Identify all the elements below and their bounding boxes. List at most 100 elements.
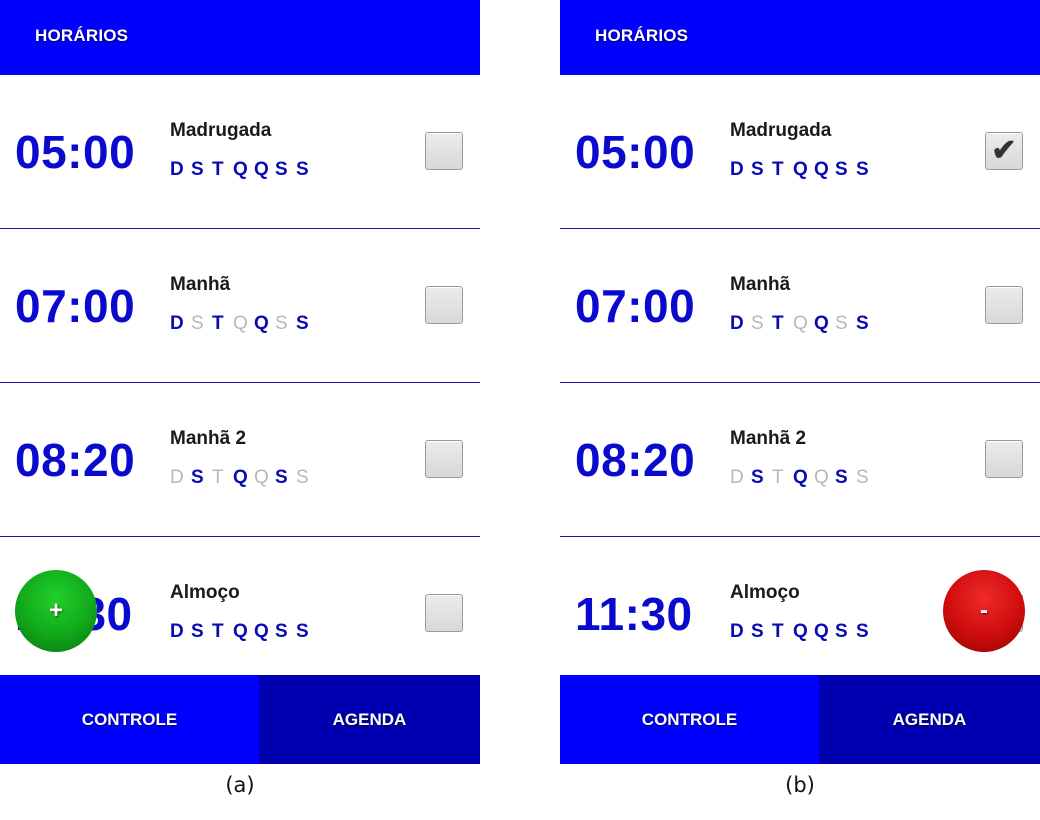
weekday: Q — [233, 313, 248, 334]
schedule-checkbox[interactable] — [985, 286, 1023, 324]
schedule-label: Manhã — [170, 274, 231, 295]
schedule-time: 08:20 — [575, 434, 696, 486]
schedule-checkbox[interactable] — [425, 440, 463, 478]
schedule-label: Manhã 2 — [730, 428, 807, 449]
schedule-time: 07:00 — [575, 280, 696, 332]
weekday: D — [730, 621, 744, 642]
schedule-checkbox[interactable] — [425, 594, 463, 632]
weekday: S — [296, 467, 309, 488]
weekday: S — [296, 313, 309, 334]
schedule-row[interactable]: 08:20 Manhã 2 D S T Q Q S S — [0, 383, 480, 537]
tab-label: AGENDA — [892, 709, 967, 729]
weekday: Q — [254, 467, 269, 488]
weekday: T — [772, 159, 784, 180]
weekday: D — [730, 313, 744, 334]
app-header: HORÁRIOS — [560, 0, 1040, 75]
schedule-label: Manhã — [730, 274, 791, 295]
schedule-checkbox[interactable]: ✔ — [985, 132, 1023, 170]
schedule-label: Manhã 2 — [170, 428, 247, 449]
weekday: D — [170, 621, 184, 642]
weekdays: D S T Q Q S S — [730, 467, 877, 489]
app-header: HORÁRIOS — [0, 0, 480, 75]
tab-agenda[interactable]: AGENDA — [259, 675, 480, 764]
weekday: S — [835, 159, 848, 180]
schedule-time: 07:00 — [15, 280, 136, 332]
screen-a: HORÁRIOS 05:00 Madrugada D S T Q Q S S 0… — [0, 0, 480, 764]
weekday: S — [856, 159, 869, 180]
weekday: Q — [233, 159, 248, 180]
weekday: D — [170, 313, 184, 334]
weekday: S — [275, 621, 288, 642]
weekday: Q — [793, 313, 808, 334]
schedule-row[interactable]: 05:00 Madrugada D S T Q Q S S — [0, 75, 480, 229]
weekday: S — [835, 621, 848, 642]
tab-label: CONTROLE — [641, 709, 738, 729]
weekday: S — [856, 313, 869, 334]
header-title: HORÁRIOS — [35, 26, 129, 45]
schedule-label: Almoço — [170, 582, 240, 603]
weekday: Q — [793, 621, 808, 642]
weekday: D — [730, 159, 744, 180]
schedule-time: 08:20 — [15, 434, 136, 486]
weekday: S — [751, 467, 764, 488]
weekday: S — [835, 313, 848, 334]
weekday: S — [856, 467, 869, 488]
weekdays: D S T Q Q S S — [730, 159, 877, 181]
schedule-row[interactable]: 07:00 Manhã D S T Q Q S S — [560, 229, 1040, 383]
weekday: S — [856, 621, 869, 642]
weekday: T — [772, 467, 784, 488]
weekday: S — [275, 159, 288, 180]
weekday: Q — [814, 313, 829, 334]
schedule-label: Almoço — [730, 582, 800, 603]
tab-agenda[interactable]: AGENDA — [819, 675, 1040, 764]
weekday: S — [191, 313, 204, 334]
weekday: Q — [814, 621, 829, 642]
schedule-time: 11:30 — [575, 588, 693, 640]
header-title: HORÁRIOS — [595, 26, 689, 45]
add-button[interactable]: + — [15, 570, 97, 652]
weekday: Q — [254, 159, 269, 180]
weekday: S — [275, 467, 288, 488]
weekday: S — [296, 159, 309, 180]
schedule-time: 05:00 — [575, 126, 696, 178]
weekday: D — [170, 159, 184, 180]
weekday: Q — [814, 467, 829, 488]
tab-label: CONTROLE — [81, 709, 178, 729]
schedule-row[interactable]: 05:00 Madrugada D S T Q Q S S ✔ — [560, 75, 1040, 229]
weekdays: D S T Q Q S S — [730, 621, 877, 643]
bottom-nav: CONTROLE AGENDA — [0, 675, 480, 764]
figure-caption-b: (b) — [785, 773, 815, 797]
schedule-checkbox[interactable] — [425, 286, 463, 324]
weekday: Q — [254, 621, 269, 642]
tab-label: AGENDA — [332, 709, 407, 729]
tab-controle[interactable]: CONTROLE — [0, 675, 259, 764]
weekday: T — [212, 467, 224, 488]
weekday: Q — [814, 159, 829, 180]
weekday: Q — [793, 467, 808, 488]
remove-button[interactable]: - — [943, 570, 1025, 652]
figure-caption-a: (a) — [225, 773, 255, 797]
weekday: S — [275, 313, 288, 334]
weekday: S — [191, 467, 204, 488]
weekday: S — [751, 159, 764, 180]
weekday: T — [212, 159, 224, 180]
weekday: D — [170, 467, 184, 488]
weekday: S — [751, 621, 764, 642]
schedule-time: 05:00 — [15, 126, 136, 178]
schedule-label: Madrugada — [170, 120, 272, 141]
tab-controle[interactable]: CONTROLE — [560, 675, 819, 764]
schedule-row[interactable]: 07:00 Manhã D S T Q Q S S — [0, 229, 480, 383]
weekday: S — [191, 621, 204, 642]
weekday: D — [730, 467, 744, 488]
weekday: Q — [233, 621, 248, 642]
schedule-checkbox[interactable] — [425, 132, 463, 170]
schedule-checkbox[interactable] — [985, 440, 1023, 478]
weekday: Q — [793, 159, 808, 180]
weekday: S — [751, 313, 764, 334]
weekdays: D S T Q Q S S — [730, 313, 877, 335]
weekdays: D S T Q Q S S — [170, 621, 317, 643]
weekday: S — [191, 159, 204, 180]
weekday: T — [772, 313, 784, 334]
schedule-row[interactable]: 08:20 Manhã 2 D S T Q Q S S — [560, 383, 1040, 537]
weekday: T — [212, 313, 224, 334]
